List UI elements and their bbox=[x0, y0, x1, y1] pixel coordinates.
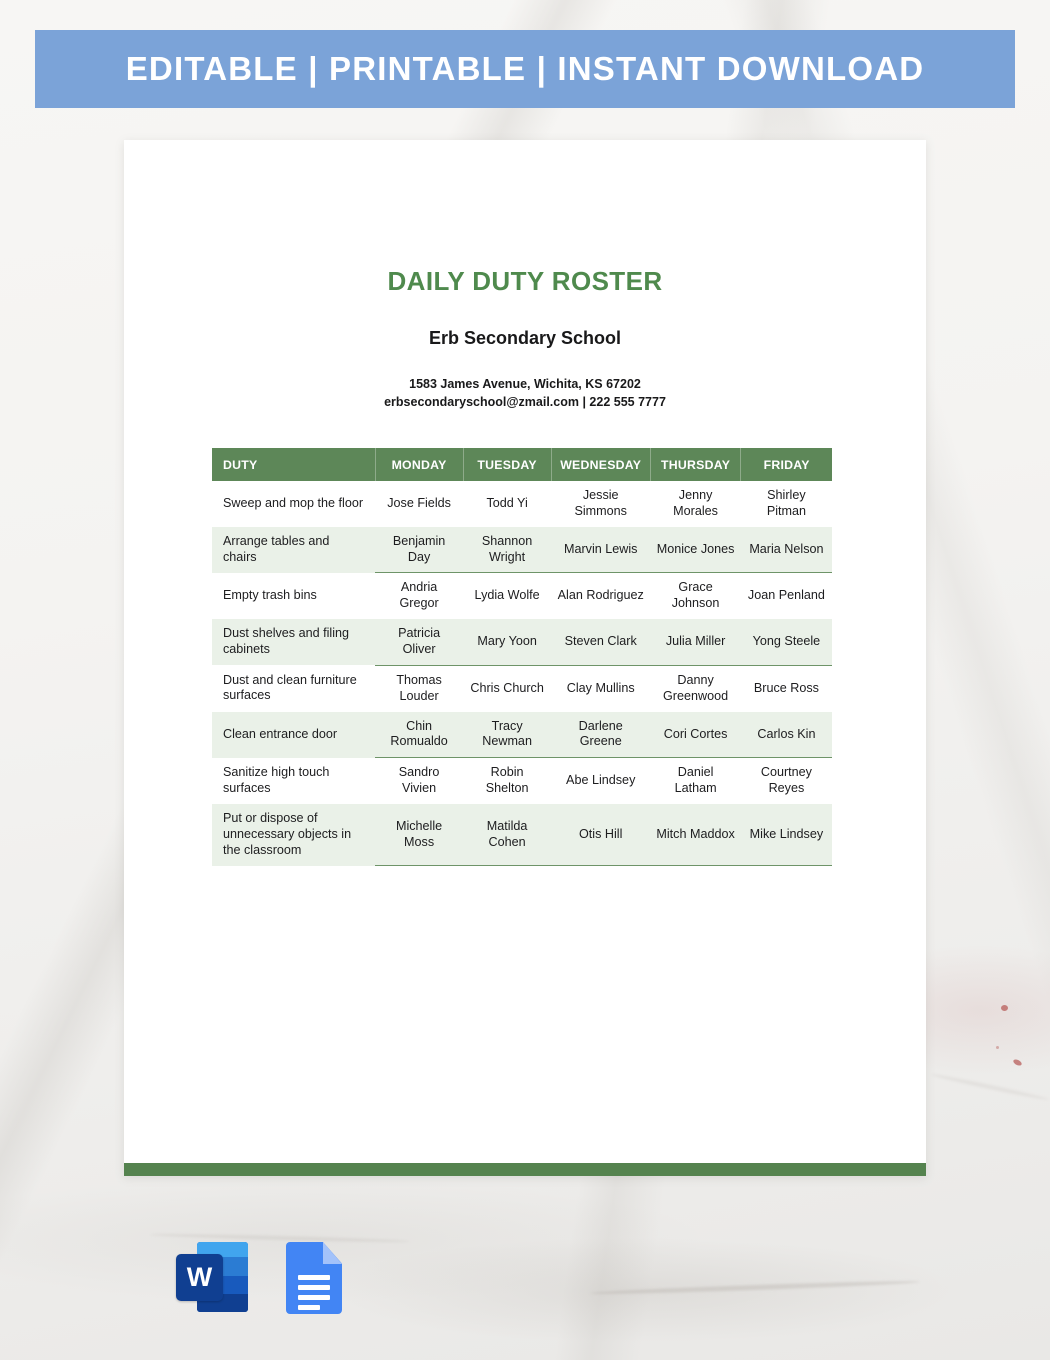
assignee-monday: Jose Fields bbox=[375, 481, 464, 527]
column-header-duty: DUTY bbox=[223, 457, 258, 472]
column-header-thursday: THURSDAY bbox=[649, 448, 741, 481]
assignee-friday: Joan Penland bbox=[740, 572, 832, 620]
duty-name-cell: Sweep and mop the floor bbox=[212, 481, 376, 527]
organization-name: Erb Secondary School bbox=[428, 328, 622, 348]
promo-banner-text: EDITABLE | PRINTABLE | INSTANT DOWNLOAD bbox=[125, 50, 925, 87]
assignee-tuesday: Todd Yi bbox=[463, 481, 552, 527]
microsoft-word-icon[interactable]: W bbox=[176, 1242, 248, 1312]
background-vein bbox=[930, 1072, 1050, 1102]
table-header: DUTY MONDAY TUESDAY WEDNESDAY THURSDAY F… bbox=[212, 448, 832, 481]
assignee-wednesday: Abe Lindsey bbox=[551, 757, 651, 805]
duty-name-cell: Dust shelves and filing cabinets bbox=[212, 619, 376, 666]
table-row: Sweep and mop the floor Jose Fields Todd… bbox=[212, 481, 832, 527]
column-header-friday: FRIDAY bbox=[740, 448, 832, 481]
background-vein bbox=[590, 1279, 920, 1296]
column-header-monday: MONDAY bbox=[374, 448, 464, 481]
table-body: Sweep and mop the floor Jose Fields Todd… bbox=[212, 481, 832, 867]
gdocs-icon-line bbox=[298, 1305, 320, 1310]
assignee-thursday: Jenny Morales bbox=[650, 481, 741, 527]
assignee-friday: Shirley Pitman bbox=[740, 481, 832, 527]
table-row: Put or dispose of unnecessary objects in… bbox=[212, 804, 832, 867]
google-docs-icon[interactable] bbox=[286, 1242, 342, 1314]
assignee-monday: Benjamin Day bbox=[375, 526, 464, 574]
assignee-friday: Bruce Ross bbox=[740, 665, 832, 712]
assignee-wednesday: Otis Hill bbox=[551, 804, 651, 867]
assignee-wednesday: Darlene Greene bbox=[551, 711, 651, 759]
gdocs-icon-line bbox=[298, 1285, 330, 1290]
assignee-thursday: Grace Johnson bbox=[650, 572, 741, 620]
word-icon-tile: W bbox=[176, 1254, 223, 1301]
promo-banner: EDITABLE | PRINTABLE | INSTANT DOWNLOAD bbox=[35, 30, 1015, 108]
assignee-friday: Maria Nelson bbox=[740, 526, 832, 574]
column-header-tuesday: TUESDAY bbox=[462, 448, 552, 481]
assignee-monday: Chin Romualdo bbox=[375, 711, 464, 759]
duty-name-cell: Empty trash bins bbox=[212, 572, 376, 620]
assignee-tuesday: Mary Yoon bbox=[463, 619, 552, 666]
background-speck bbox=[1012, 1058, 1023, 1067]
assignee-wednesday: Marvin Lewis bbox=[551, 526, 651, 574]
word-icon-letter: W bbox=[186, 1262, 213, 1292]
background-speck bbox=[1001, 1005, 1008, 1011]
table-row: Empty trash bins Andria Gregor Lydia Wol… bbox=[212, 572, 832, 620]
document-footer-bar bbox=[124, 1163, 926, 1176]
assignee-wednesday: Alan Rodriguez bbox=[551, 572, 651, 620]
assignee-friday: Courtney Reyes bbox=[740, 757, 832, 805]
column-header-wednesday: WEDNESDAY bbox=[550, 448, 651, 481]
assignee-tuesday: Matilda Cohen bbox=[463, 804, 552, 867]
gdocs-icon-line bbox=[298, 1295, 330, 1300]
document-heading: DAILY DUTY ROSTER Erb Secondary School 1… bbox=[124, 140, 926, 409]
assignee-monday: Sandro Vivien bbox=[375, 757, 464, 805]
background-speck bbox=[996, 1046, 999, 1049]
roster-table-container: DUTY MONDAY TUESDAY WEDNESDAY THURSDAY F… bbox=[212, 448, 832, 867]
assignee-monday: Patricia Oliver bbox=[375, 619, 464, 666]
assignee-thursday: Cori Cortes bbox=[650, 711, 741, 759]
assignee-friday: Mike Lindsey bbox=[740, 804, 832, 867]
assignee-thursday: Monice Jones bbox=[650, 526, 741, 574]
assignee-tuesday: Shannon Wright bbox=[463, 526, 552, 574]
duty-name-cell: Arrange tables and chairs bbox=[212, 526, 376, 573]
assignee-monday: Michelle Moss bbox=[375, 804, 464, 867]
table-row: Dust and clean furniture surfaces Thomas… bbox=[212, 665, 832, 712]
assignee-tuesday: Tracy Newman bbox=[463, 711, 552, 759]
page-title: DAILY DUTY ROSTER bbox=[387, 266, 663, 296]
duty-name-cell: Clean entrance door bbox=[212, 711, 376, 758]
assignee-tuesday: Chris Church bbox=[463, 665, 552, 712]
table-header-row: DUTY MONDAY TUESDAY WEDNESDAY THURSDAY F… bbox=[212, 448, 832, 481]
assignee-tuesday: Robin Shelton bbox=[463, 757, 552, 805]
duty-name-cell: Sanitize high touch surfaces bbox=[212, 757, 376, 805]
assignee-monday: Andria Gregor bbox=[375, 572, 464, 620]
organization-address: 1583 James Avenue, Wichita, KS 67202 bbox=[409, 377, 641, 391]
assignee-wednesday: Clay Mullins bbox=[551, 665, 651, 712]
table-row: Dust shelves and filing cabinets Patrici… bbox=[212, 619, 832, 666]
assignee-friday: Carlos Kin bbox=[740, 711, 832, 759]
table-row: Arrange tables and chairs Benjamin Day S… bbox=[212, 526, 832, 574]
duty-name-cell: Put or dispose of unnecessary objects in… bbox=[212, 804, 376, 866]
format-icons-row: W bbox=[176, 1242, 342, 1314]
assignee-tuesday: Lydia Wolfe bbox=[463, 572, 552, 620]
organization-contact: erbsecondaryschool@zmail.com | 222 555 7… bbox=[384, 395, 666, 409]
assignee-monday: Thomas Louder bbox=[375, 665, 464, 712]
assignee-wednesday: Jessie Simmons bbox=[551, 481, 651, 527]
duty-name-cell: Dust and clean furniture surfaces bbox=[212, 665, 376, 712]
gdocs-icon-line bbox=[298, 1275, 330, 1280]
assignee-thursday: Julia Miller bbox=[650, 619, 741, 666]
assignee-thursday: Mitch Maddox bbox=[650, 804, 741, 867]
document-page: DAILY DUTY ROSTER Erb Secondary School 1… bbox=[124, 140, 926, 1176]
assignee-friday: Yong Steele bbox=[740, 619, 832, 666]
duty-roster-table: DUTY MONDAY TUESDAY WEDNESDAY THURSDAY F… bbox=[212, 448, 832, 867]
assignee-wednesday: Steven Clark bbox=[551, 619, 651, 666]
table-row: Clean entrance door Chin Romualdo Tracy … bbox=[212, 711, 832, 759]
assignee-thursday: Danny Greenwood bbox=[650, 665, 741, 712]
table-row: Sanitize high touch surfaces Sandro Vivi… bbox=[212, 757, 832, 805]
assignee-thursday: Daniel Latham bbox=[650, 757, 741, 805]
